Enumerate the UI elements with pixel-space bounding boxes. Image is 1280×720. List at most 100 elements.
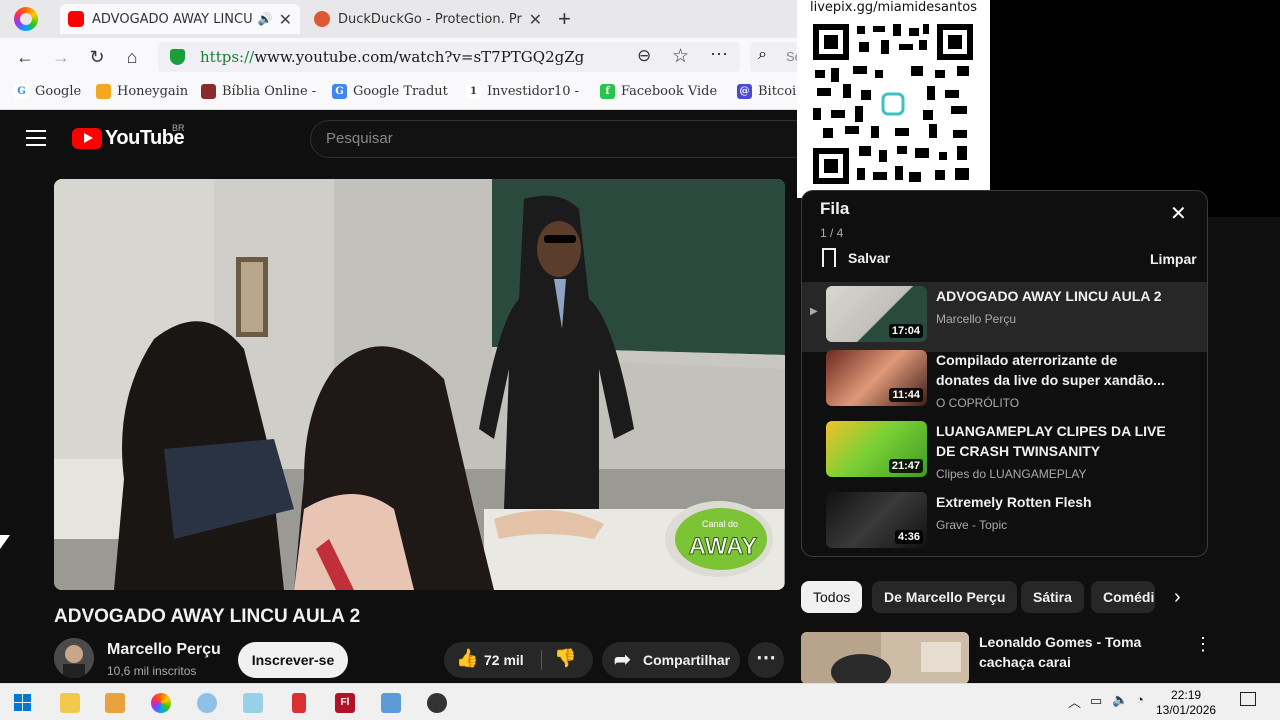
video-frame: Canal do AWAY <box>54 179 785 590</box>
queue-collapse-icon[interactable]: ✕ <box>1170 201 1187 226</box>
tab-title: DuckDuckGo - Protection. Pri <box>338 11 523 27</box>
paint-icon[interactable] <box>197 693 217 713</box>
queue-item-title[interactable]: Extremely Rotten Flesh <box>936 492 1166 512</box>
dislike-icon[interactable]: 👎 <box>554 648 576 669</box>
bookmark-icon <box>822 248 836 267</box>
watermark-small-text: Canal do <box>702 519 738 529</box>
video-title: ADVOGADO AWAY LINCU AULA 2 <box>54 606 361 627</box>
recommendation-menu-icon[interactable]: ⋮ <box>1194 634 1212 655</box>
back-icon[interactable]: ← <box>14 46 36 68</box>
chip-satira[interactable]: Sátira <box>1021 581 1084 613</box>
chip-de-marcello[interactable]: De Marcello Perçu <box>872 581 1018 613</box>
queue-item[interactable]: 4:36 Extremely Rotten Flesh Grave - Topi… <box>802 488 1207 556</box>
qr-overlay: livepix.gg/miamidesantos <box>797 0 990 198</box>
search-icon: ⌕ <box>758 46 767 63</box>
queue-item-title[interactable]: LUANGAMEPLAY CLIPES DA LIVE DE CRASH TWI… <box>936 421 1166 461</box>
bitcoin-icon: @ <box>737 84 752 99</box>
chevron-right-icon[interactable]: › <box>1174 586 1181 609</box>
address-bar[interactable]: https://www.youtube.com/watch?v=sT7PTGQ2… <box>158 42 740 72</box>
tab-title: ADVOGADO AWAY LINCU AULA 2 <box>92 11 254 27</box>
youtube-favicon-icon <box>68 11 84 27</box>
close-tab-icon[interactable]: ✕ <box>279 10 292 29</box>
network-icon[interactable]: ▭ <box>1090 693 1102 709</box>
image-viewer-icon[interactable] <box>381 693 401 713</box>
like-icon[interactable]: 👍 <box>456 648 478 669</box>
calculator-icon[interactable] <box>292 693 306 713</box>
reload-icon[interactable]: ↻ <box>86 46 108 68</box>
youtube-search-input[interactable]: Pesquisar <box>310 120 810 158</box>
clear-queue-button[interactable]: Limpar <box>1150 251 1197 267</box>
notifications-icon[interactable] <box>1240 692 1256 706</box>
speaker-icon[interactable]: 🔊 <box>258 12 273 26</box>
forward-icon[interactable]: → <box>50 46 72 68</box>
zoom-icon[interactable]: ⊖ <box>637 46 651 66</box>
chip-todos[interactable]: Todos <box>801 581 863 613</box>
subscriber-count: 10,6 mil inscritos <box>107 664 197 678</box>
tab-youtube[interactable]: ADVOGADO AWAY LINCU AULA 2 🔊 ✕ <box>60 4 300 34</box>
secure-shield-icon[interactable] <box>170 49 185 65</box>
close-tab-icon[interactable]: ✕ <box>529 10 542 29</box>
browser-logo-icon[interactable] <box>14 7 38 31</box>
bookmark-facebook[interactable]: f Facebook Vide <box>600 84 720 99</box>
bookmark-investidor10[interactable]: 1 Investidor10 - <box>466 84 579 99</box>
bookmark-google[interactable]: G Google <box>14 84 81 99</box>
bible-icon <box>201 84 216 99</box>
browser-taskbar-icon[interactable] <box>151 693 171 713</box>
obs-icon[interactable] <box>427 693 447 713</box>
like-dislike-group: 👍 72 mil 👎 <box>444 642 593 678</box>
system-tray-expand-icon[interactable]: ︿ <box>1068 692 1081 711</box>
queue-item[interactable]: 21:47 LUANGAMEPLAY CLIPES DA LIVE DE CRA… <box>802 417 1207 487</box>
notepad-icon[interactable] <box>243 693 263 713</box>
now-playing-icon: ▶ <box>810 306 818 317</box>
windows-taskbar: Fl ︿ ▭ 🔈 ◔ 22:19 13/01/2026 <box>0 683 1280 720</box>
tab-duckduckgo[interactable]: DuckDuckGo - Protection. Pri ✕ <box>306 4 550 34</box>
google-icon: G <box>14 84 29 99</box>
more-actions-button[interactable]: ⋯ <box>748 642 784 678</box>
queue-item-title[interactable]: Compilado aterrorizante de donates da li… <box>936 350 1166 390</box>
youtube-logo[interactable]: YouTube BR <box>72 123 185 150</box>
queue-thumbnail[interactable]: 17:04 <box>826 286 927 342</box>
save-queue-button[interactable]: Salvar <box>822 248 890 267</box>
avatar-image <box>54 638 94 678</box>
url-text: https://www.youtube.com/watch?v=sT7PTGQ2… <box>200 48 585 66</box>
qr-code-icon <box>811 22 975 186</box>
bookmark-star-icon[interactable]: ☆ <box>672 45 689 68</box>
watermark-away-text: AWAY <box>689 533 757 560</box>
more-options-icon[interactable]: ⋯ <box>710 44 728 65</box>
queue-item-channel: Grave - Topic <box>936 518 1008 532</box>
queue-item[interactable]: 11:44 Compilado aterrorizante de donates… <box>802 346 1207 416</box>
bookmark-honeygain[interactable]: Honeygain <box>96 84 188 99</box>
subscribe-button[interactable]: Inscrever-se <box>238 642 348 678</box>
chip-comedia[interactable]: Comédi <box>1091 581 1155 613</box>
wifi-icon[interactable]: ◔ <box>1136 692 1144 707</box>
investidor10-icon: 1 <box>466 84 481 99</box>
home-icon[interactable]: ⌂ <box>121 46 143 68</box>
duckduckgo-favicon-icon <box>314 11 330 27</box>
media-player-icon[interactable] <box>105 693 125 713</box>
queue-item[interactable]: ▶ 17:04 ADVOGADO AWAY LINCU AULA 2 Marce… <box>802 282 1207 352</box>
like-divider <box>541 650 542 670</box>
channel-avatar[interactable] <box>54 638 94 678</box>
queue-thumbnail[interactable]: 21:47 <box>826 421 927 477</box>
video-player[interactable]: Canal do AWAY <box>54 179 785 590</box>
flash-icon[interactable]: Fl <box>335 693 355 713</box>
bookmark-biblia[interactable]: Bíblia Online - <box>201 84 316 99</box>
queue-count: 1 / 4 <box>820 226 844 240</box>
youtube-play-icon <box>72 128 102 149</box>
queue-item-title[interactable]: ADVOGADO AWAY LINCU AULA 2 <box>936 286 1166 306</box>
queue-thumbnail[interactable]: 4:36 <box>826 492 927 548</box>
file-explorer-icon[interactable] <box>60 693 80 713</box>
recommendation-title[interactable]: Leonaldo Gomes - Toma cachaça carai <box>979 632 1169 672</box>
queue-thumbnail[interactable]: 11:44 <box>826 350 927 406</box>
new-tab-icon[interactable]: + <box>558 6 571 32</box>
recommendation-thumbnail[interactable] <box>801 632 969 684</box>
hamburger-menu-icon[interactable] <box>26 130 46 146</box>
like-count[interactable]: 72 mil <box>484 652 524 668</box>
volume-icon[interactable]: 🔈 <box>1112 692 1128 708</box>
bookmark-bitcoin[interactable]: @ Bitcoi <box>737 84 797 99</box>
share-button[interactable]: ➦ Compartilhar <box>602 642 740 678</box>
channel-name[interactable]: Marcello Perçu <box>107 641 221 659</box>
windows-start-icon[interactable] <box>14 694 31 711</box>
taskbar-clock[interactable]: 22:19 13/01/2026 <box>1156 688 1216 718</box>
bookmark-google-tradutor[interactable]: G Google Tradut <box>332 84 448 99</box>
